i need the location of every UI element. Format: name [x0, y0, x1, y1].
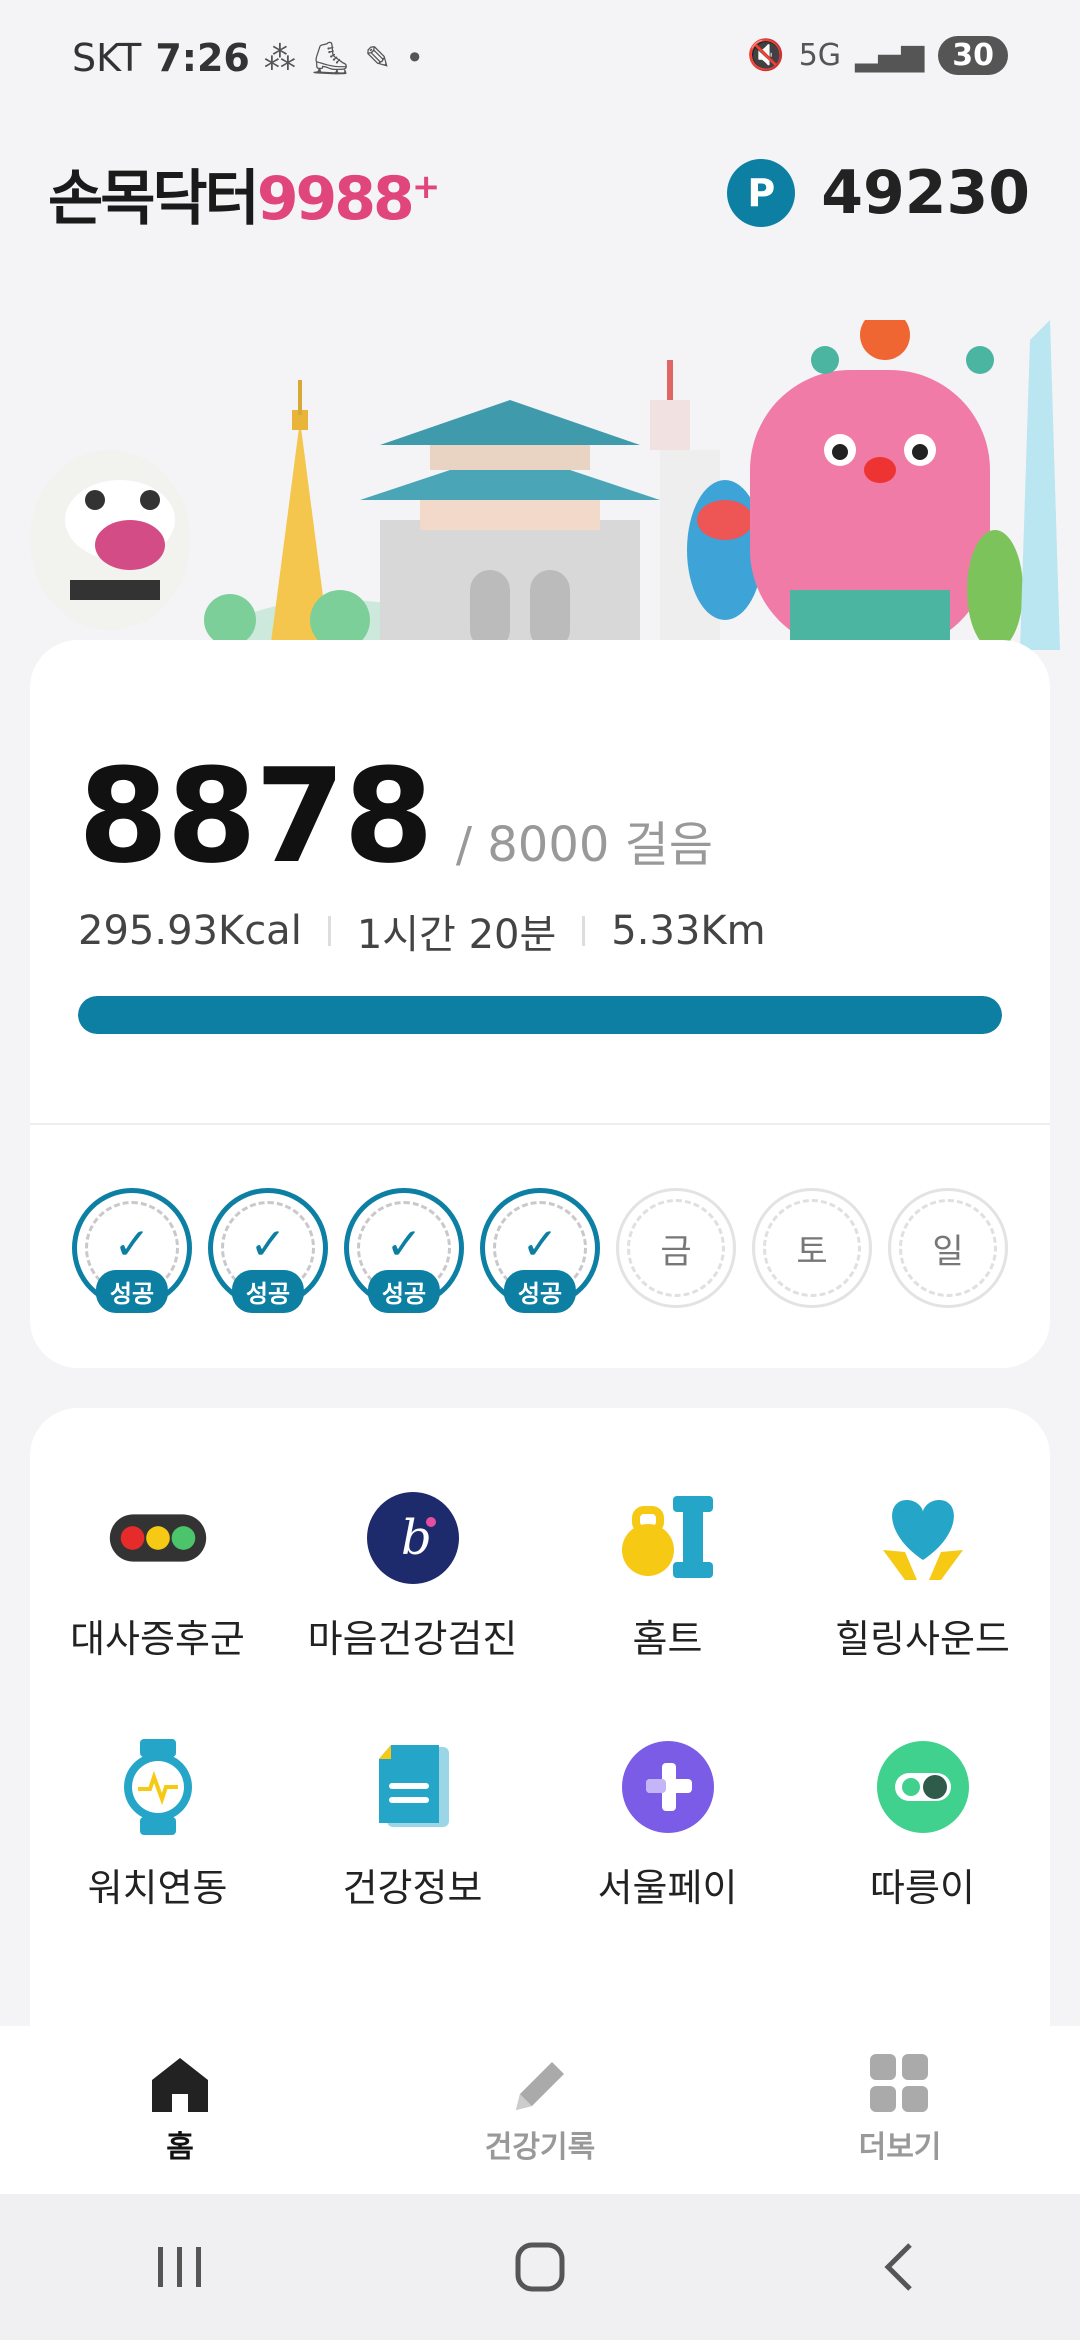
day-badge-friday: 금: [616, 1188, 736, 1308]
bottom-navigation: 홈 건강기록 더보기: [0, 2026, 1080, 2194]
day-badge-success: ✓ 성공: [72, 1188, 192, 1313]
grid-icon: [870, 2054, 928, 2112]
points-value: 49230: [821, 158, 1030, 228]
status-bar: SKT 7:26 ⁂ ⛸ ✎ • 🔇 5G ▂▄▆ 30: [0, 0, 1080, 110]
app-notification-icon: ⁂: [263, 39, 296, 77]
clock: 7:26: [155, 36, 250, 80]
nav-more[interactable]: 더보기: [720, 2026, 1080, 2194]
menu-healing-sound[interactable]: 힐링사운드: [795, 1488, 1050, 1663]
document-icon: [363, 1737, 463, 1837]
points-icon: P: [727, 159, 796, 227]
day-badge-success: ✓ 성공: [208, 1188, 328, 1313]
step-progress-fill: [78, 996, 1002, 1034]
system-navigation-bar: [0, 2194, 1080, 2340]
success-pill: 성공: [231, 1270, 305, 1313]
day-label: 일: [932, 1231, 964, 1272]
menu-watch-sync[interactable]: 워치연동: [30, 1737, 285, 1912]
menu-seoul-pay[interactable]: 서울페이: [540, 1737, 795, 1912]
step-card[interactable]: 8878 / 8000 걸음 295.93Kcal 1시간 20분 5.33Km…: [30, 640, 1050, 1368]
smartwatch-icon: [108, 1737, 208, 1837]
success-pill: 성공: [95, 1270, 169, 1313]
stat-divider: [582, 916, 586, 946]
day-label: 토: [796, 1231, 828, 1272]
day-badge-success: ✓ 성공: [480, 1188, 600, 1313]
step-goal: / 8000 걸음: [455, 817, 713, 873]
check-icon: ✓: [385, 1218, 423, 1270]
card-divider: [30, 1123, 1050, 1125]
pink-monster-illustration: [750, 320, 994, 650]
home-icon: [152, 2058, 208, 2112]
weekly-progress: ✓ 성공 ✓ 성공 ✓ 성공 ✓ 성공 금 토 일: [72, 1188, 1008, 1313]
battery-indicator: 30: [938, 36, 1008, 75]
mind-health-icon: b: [363, 1488, 463, 1588]
logo-number: 9988: [256, 164, 415, 234]
shoe-icon: ⛸: [309, 39, 351, 77]
app-logo: 손목닥터9988+: [48, 150, 440, 237]
distance-value: 5.33Km: [611, 908, 766, 954]
menu-home-training[interactable]: 홈트: [540, 1488, 795, 1663]
duration-value: 1시간 20분: [356, 912, 557, 958]
dot-icon: •: [405, 39, 425, 77]
step-count: 8878: [78, 740, 434, 892]
points-display[interactable]: P 49230: [727, 158, 1030, 228]
heart-hands-icon: [873, 1488, 973, 1588]
menu-metabolic-syndrome[interactable]: 대사증후군: [30, 1488, 285, 1663]
signal-icon: ▂▄▆: [855, 38, 925, 73]
green-mascot-illustration: [967, 530, 1023, 650]
palace-gate-illustration: [360, 400, 660, 650]
seoul-mascot-illustration: [30, 320, 1060, 650]
step-stats: 295.93Kcal 1시간 20분 5.33Km: [78, 902, 766, 960]
check-icon: ✓: [521, 1218, 559, 1270]
nav-home[interactable]: 홈: [0, 2026, 360, 2194]
mute-icon: 🔇: [747, 38, 785, 73]
back-icon[interactable]: [870, 2237, 930, 2297]
recent-apps-icon[interactable]: [150, 2237, 210, 2297]
nav-health-record[interactable]: 건강기록: [360, 2026, 720, 2194]
kettlebell-icon: [618, 1488, 718, 1588]
day-label: 금: [660, 1231, 692, 1272]
check-icon: ✓: [113, 1218, 151, 1270]
network-label: 5G: [798, 38, 842, 73]
menu-mental-health[interactable]: b 마음건강검진: [285, 1488, 540, 1663]
success-pill: 성공: [367, 1270, 441, 1313]
traffic-light-icon: [108, 1488, 208, 1588]
day-badge-success: ✓ 성공: [344, 1188, 464, 1313]
day-badge-sunday: 일: [888, 1188, 1008, 1308]
menu-health-info[interactable]: 건강정보: [285, 1737, 540, 1912]
menu-ttareungyi[interactable]: 따릉이: [795, 1737, 1050, 1912]
step-progress-bar: [78, 996, 1002, 1034]
check-icon: ✓: [249, 1218, 287, 1270]
success-pill: 성공: [503, 1270, 577, 1313]
pen-icon: ✎: [364, 39, 392, 77]
logo-plus: +: [411, 167, 440, 207]
pencil-icon: [516, 2062, 564, 2110]
seoulpay-icon: [618, 1737, 718, 1837]
logo-text: 손목닥터: [48, 164, 260, 234]
carrier-label: SKT: [72, 36, 142, 80]
bike-share-icon: [873, 1737, 973, 1837]
day-badge-saturday: 토: [752, 1188, 872, 1308]
haechi-mascot-illustration: [30, 450, 190, 630]
stat-divider: [327, 916, 331, 946]
svg-text:b: b: [401, 1510, 432, 1566]
calories-value: 295.93Kcal: [78, 908, 302, 954]
home-button-icon[interactable]: [510, 2237, 570, 2297]
